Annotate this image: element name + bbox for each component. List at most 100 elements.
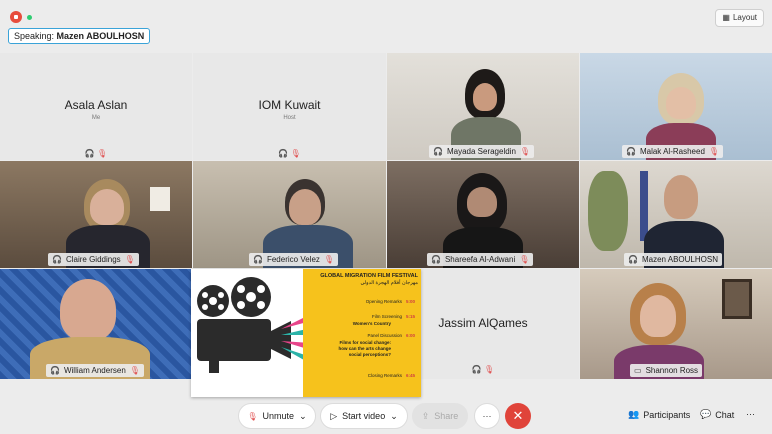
mic-muted-icon: 🎙 (97, 149, 108, 158)
mic-muted-icon: 🎙 (247, 411, 258, 421)
unmute-label: Unmute (262, 411, 295, 421)
poster-item: Film Screening 5:15 (371, 314, 415, 319)
headphones-icon: 🎧 (84, 149, 95, 158)
headphones-icon: 🎧 (628, 255, 638, 264)
headphones-icon: 🎧 (50, 366, 60, 375)
participant-tile[interactable]: 🎧 Mazen ABOULHOSN (580, 161, 772, 268)
video-feed (580, 161, 772, 268)
start-video-button[interactable]: ▷ Start video ⌄ (320, 403, 408, 429)
poster-title: GLOBAL MIGRATION FILM FESTIVAL (320, 273, 418, 279)
participant-tile[interactable]: 🎧 Shareefa Al-Adwani 🎙 (387, 161, 579, 268)
speaking-name: Mazen ABOULHOSN (56, 31, 145, 41)
layout-label: Layout (732, 13, 757, 22)
participant-name: Mayada Serageldin (446, 147, 516, 156)
headphones-icon: 🎧 (278, 149, 289, 158)
recording-icon (10, 11, 22, 23)
participant-role: Host (283, 115, 296, 121)
poster-item-sub: Films for social change: how can the art… (338, 340, 391, 357)
poster-item: Closing Remarks 6:45 (367, 373, 415, 378)
participant-name: Shareefa Al-Adwani (444, 255, 516, 264)
share-icon: ⇪ (421, 410, 430, 421)
participant-tile[interactable]: 🎧 William Andersen 🎙 (0, 269, 192, 379)
participant-name: William Andersen (63, 366, 126, 375)
mic-muted-icon: 🎙 (124, 255, 135, 264)
participants-button[interactable]: 👥 Participants (628, 409, 690, 420)
poster-item: Panel Discussion 6:00 (367, 333, 415, 338)
participant-tile[interactable]: 🎧 Malak Al-Rasheed 🎙 (580, 53, 772, 160)
video-feed (193, 161, 386, 268)
participant-name: Mazen ABOULHOSN (641, 255, 718, 264)
participant-name: Shannon Ross (645, 366, 699, 375)
speaking-label: Speaking: (14, 31, 55, 41)
participant-name-tag: 🎧 Shareefa Al-Adwani 🎙 (427, 253, 534, 266)
more-icon: ··· (482, 411, 492, 421)
chevron-down-icon[interactable]: ⌄ (390, 411, 398, 422)
shared-content-poster: GLOBAL MIGRATION FILM FESTIVAL مهرجان أف… (191, 269, 421, 397)
headphones-icon: 🎧 (433, 147, 443, 156)
participant-name: Claire Giddings (65, 255, 121, 264)
mic-muted-icon: 🎙 (323, 255, 335, 264)
participant-name: IOM Kuwait (258, 98, 321, 112)
poster-item-sub: Women's Country (352, 321, 391, 326)
participant-tile[interactable]: Asala Aslan Me 🎧 🎙 (0, 53, 192, 160)
video-feed (580, 269, 772, 379)
participant-tile[interactable]: ▭ Shannon Ross (580, 269, 772, 379)
participant-name-tag: 🎧 Federico Velez 🎙 (249, 253, 339, 266)
mic-muted-icon: 🎙 (519, 255, 530, 264)
video-feed (0, 269, 192, 379)
participant-name: Malak Al-Rasheed (639, 147, 705, 156)
connection-status-icon (27, 15, 32, 20)
meeting-toolbar: 🎙 Unmute ⌄ ▷ Start video ⌄ ⇪ Share ··· ✕… (0, 398, 772, 434)
participants-icon: 👥 (628, 409, 640, 419)
chat-icon: 💬 (700, 409, 712, 419)
poster-item: Opening Remarks 5:00 (365, 299, 415, 304)
participant-name-tag: ▭ Shannon Ross (630, 364, 703, 377)
participant-name-tag: 🎧 William Andersen 🎙 (46, 364, 144, 377)
participant-tile[interactable]: 🎧 Federico Velez 🎙 (193, 161, 386, 268)
participant-role: Me (91, 115, 101, 121)
chat-button[interactable]: 💬 Chat (700, 409, 734, 420)
close-icon: ✕ (512, 408, 524, 423)
mic-muted-icon: 🎙 (708, 147, 720, 156)
screen-icon: ▭ (634, 366, 642, 375)
more-options-button[interactable]: ··· (474, 403, 500, 429)
participant-name-tag: 🎧 Claire Giddings 🎙 (48, 253, 139, 266)
participant-tile[interactable]: 🎧 Mayada Serageldin 🎙 (387, 53, 579, 160)
mic-muted-icon: 🎙 (484, 365, 495, 374)
video-feed (580, 53, 772, 160)
more-icon: ··· (746, 409, 755, 419)
participant-name-tag: 🎧 Malak Al-Rasheed 🎙 (622, 145, 724, 158)
video-feed (387, 161, 579, 268)
share-button[interactable]: ⇪ Share (412, 403, 468, 429)
overflow-menu-button[interactable]: ··· (746, 409, 755, 419)
chevron-down-icon[interactable]: ⌄ (299, 411, 307, 422)
poster-arabic-title: مهرجان أفلام الهجرة الدولي (360, 280, 418, 286)
video-camera-icon: ▷ (330, 410, 338, 421)
participant-name-tag: 🎧 Mayada Serageldin 🎙 (429, 145, 535, 158)
start-video-label: Start video (342, 411, 386, 421)
headphones-icon: 🎧 (253, 255, 263, 264)
leave-meeting-button[interactable]: ✕ (505, 403, 531, 429)
mic-muted-icon: 🎙 (290, 149, 301, 158)
headphones-icon: 🎧 (626, 147, 636, 156)
top-bar: Speaking: Mazen ABOULHOSN ▦ Layout (0, 0, 772, 52)
video-feed (0, 161, 192, 268)
participant-name: Asala Aslan (64, 98, 128, 112)
unmute-button[interactable]: 🎙 Unmute ⌄ (238, 403, 316, 429)
participant-name: Federico Velez (266, 255, 320, 264)
video-feed (387, 53, 579, 160)
headphones-icon: 🎧 (431, 255, 441, 264)
participants-label: Participants (643, 409, 691, 420)
share-label: Share (434, 411, 459, 421)
grid-icon: ▦ (722, 13, 730, 22)
mic-muted-icon: 🎙 (519, 147, 531, 156)
mic-muted-icon: 🎙 (129, 366, 140, 375)
participant-tile[interactable]: IOM Kuwait Host 🎧 🎙 (193, 53, 386, 160)
participant-tile[interactable]: 🎧 Claire Giddings 🎙 (0, 161, 192, 268)
headphones-icon: 🎧 (52, 255, 62, 264)
speaking-indicator: Speaking: Mazen ABOULHOSN (8, 28, 151, 44)
headphones-icon: 🎧 (471, 365, 482, 374)
chat-label: Chat (715, 409, 735, 420)
layout-button[interactable]: ▦ Layout (715, 9, 764, 27)
participant-name-tag: 🎧 Mazen ABOULHOSN (624, 253, 722, 266)
